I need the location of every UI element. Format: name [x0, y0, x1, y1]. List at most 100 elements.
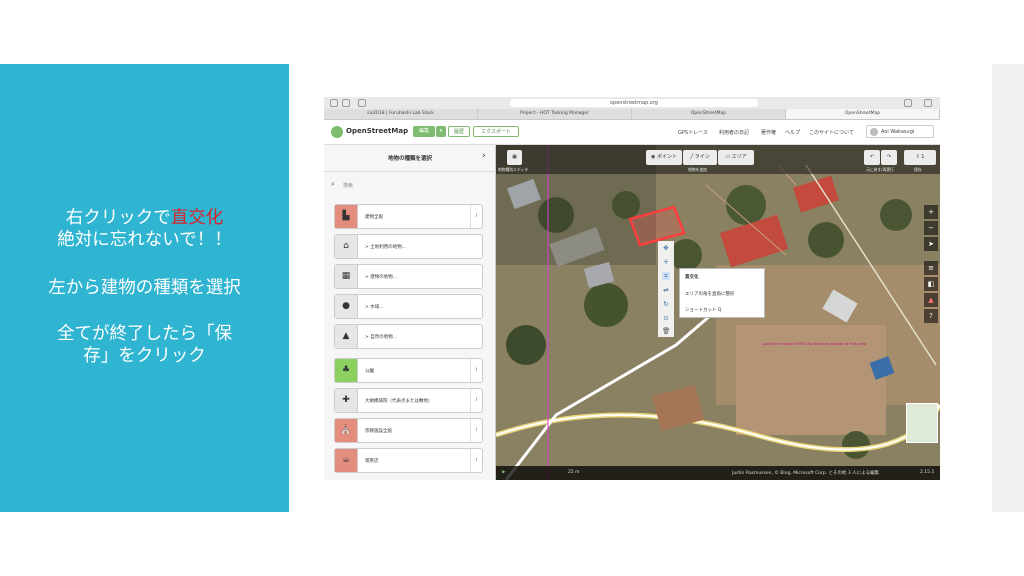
add-area-button[interactable]: ▭ エリア [718, 150, 754, 165]
instruction-line-2: 絶対に忘れないで！！ [57, 230, 232, 250]
help-link[interactable]: ヘルプ [785, 129, 800, 136]
map-data-status-icon: ▶ [502, 470, 506, 475]
browser-screenshot: openstreetmap.org sis2018 | Furuhashi La… [324, 97, 940, 480]
building-icon: ▙ [335, 205, 358, 228]
tab-tasking-manager[interactable]: Project - HOT Tasking Manager [478, 109, 632, 119]
tabs-overview-icon[interactable] [924, 99, 932, 107]
add-point-button[interactable]: ◉ ポイント [646, 150, 682, 165]
preset-label: > 自然の地物... [365, 335, 397, 340]
tab-bar: sis2018 | Furuhashi Lab Slack Project - … [324, 109, 940, 120]
osm-title[interactable]: OpenStreetMap [346, 127, 408, 135]
add-feature-label: 地物を追加 [688, 167, 707, 172]
landuse-icon: ⌂ [335, 235, 358, 258]
about-link[interactable]: このサイトについて [809, 129, 854, 136]
gps-traces-link[interactable]: GPSトレース [678, 129, 708, 136]
info-icon[interactable]: i [470, 359, 482, 382]
avatar [870, 128, 878, 136]
preset-religious[interactable]: ⛪ 宗教施設全般 i [334, 418, 483, 443]
preset-label: 建物全般 [365, 215, 383, 220]
scale-bar: 25 m [568, 470, 580, 475]
geolocate-icon[interactable]: ➤ [924, 237, 938, 251]
preset-label: > 水域... [365, 305, 384, 310]
back-icon[interactable] [330, 99, 338, 107]
preset-sidebar: 地物の種類を選択 › ⌕ 検索 ▙ 建物全般 i ⌂ > 土地利用の地物... … [324, 145, 496, 480]
map-top-toolbar: ▣ 地物種別エディタ ◉ ポイント ╱ ライン ▭ エリア 地物を追加 ↶ ↷ … [496, 145, 940, 174]
preset-landuse[interactable]: ⌂ > 土地利用の地物... [334, 234, 483, 259]
tab-slack[interactable]: sis2018 | Furuhashi Lab Slack [324, 109, 478, 119]
zoom-in-icon[interactable]: + [924, 205, 938, 219]
map-canvas[interactable]: ▣ 地物種別エディタ ◉ ポイント ╱ ライン ▭ エリア 地物を追加 ↶ ↷ … [496, 145, 940, 480]
background-layers-icon[interactable]: ≡ [924, 261, 938, 275]
osm-header: OpenStreetMap 編集 ▾ 履歴 エクスポート GPSトレース 利用者… [324, 120, 940, 145]
sidebar-label: 地物種別エディタ [498, 167, 529, 172]
edit-dropdown-icon[interactable]: ▾ [436, 126, 446, 137]
copyright-link[interactable]: 著作権 [761, 129, 776, 136]
preset-hospital[interactable]: ✚ 大規模病院（代表点または敷地） i [334, 388, 483, 413]
undo-icon[interactable]: ↶ [864, 150, 880, 165]
tooltip-shortcut: ショートカット Q [685, 308, 722, 313]
search-input[interactable]: 検索 [343, 182, 353, 189]
reflect-icon[interactable]: ⇌ [662, 286, 670, 294]
help-icon[interactable]: ? [924, 309, 938, 323]
info-icon[interactable]: i [470, 449, 482, 472]
instruction-line-1: 右クリックで直交化 [65, 208, 224, 228]
search-icon: ⌕ [331, 180, 335, 188]
delete-icon[interactable]: 🗑 [662, 327, 670, 335]
orthogonalize-highlight: 直交化 [170, 208, 224, 228]
cafe-icon: ☕ [335, 449, 358, 472]
preset-cafe[interactable]: ☕ 喫茶店 i [334, 448, 483, 473]
edit-button[interactable]: 編集 [413, 126, 435, 137]
chevron-right-icon[interactable]: › [482, 151, 486, 161]
right-strip [992, 64, 1024, 512]
tab-osm-2[interactable]: OpenStreetMap [786, 109, 940, 119]
preset-label: 公園 [365, 369, 374, 374]
user-diaries-link[interactable]: 利用者の日記 [719, 129, 749, 136]
undo-redo-label: 元に戻す/再実行 [866, 167, 894, 172]
sidebar-header: 地物の種類を選択 › [324, 145, 496, 172]
export-button[interactable]: エクスポート [473, 126, 519, 137]
rotate-icon[interactable]: ↻ [662, 300, 670, 308]
move-icon[interactable]: ✥ [662, 244, 670, 252]
edit-count-badge: 1 [921, 154, 925, 160]
religious-icon: ⛪ [335, 419, 358, 442]
save-button[interactable]: ⇪ 1 [904, 150, 936, 165]
preset-label: 宗教施設全般 [365, 429, 392, 434]
info-icon[interactable]: i [470, 205, 482, 228]
tooltip-title: 直交化 [685, 275, 699, 280]
user-menu[interactable]: Aoi Wakasugi [866, 125, 934, 138]
building-group-icon: ▦ [335, 265, 358, 288]
issues-icon[interactable]: ▲ [924, 293, 938, 307]
map-data-icon[interactable]: ◧ [924, 277, 938, 291]
tab-osm-1[interactable]: OpenStreetMap [632, 109, 786, 119]
extract-icon[interactable]: ⊙ [662, 314, 670, 322]
preset-water[interactable]: ● > 水域... [334, 294, 483, 319]
sidebar-toggle-icon[interactable] [358, 99, 366, 107]
info-icon[interactable]: i [470, 419, 482, 442]
preset-label: > 土地利用の地物... [365, 245, 406, 250]
preset-park[interactable]: ♣ 公園 i [334, 358, 483, 383]
hospital-icon: ✚ [335, 389, 358, 412]
info-icon[interactable]: i [470, 389, 482, 412]
preset-label: 大規模病院（代表点または敷地） [365, 399, 433, 404]
add-line-button[interactable]: ╱ ライン [683, 150, 717, 165]
user-name: Aoi Wakasugi [881, 129, 915, 135]
preset-label: > 建物の地物... [365, 275, 397, 280]
redo-icon[interactable]: ↷ [881, 150, 897, 165]
sidebar-toggle-icon[interactable]: ▣ [507, 150, 522, 165]
browser-toolbar: openstreetmap.org [324, 97, 940, 109]
preset-building[interactable]: ▙ 建物全般 i [334, 204, 483, 229]
forward-icon[interactable] [342, 99, 350, 107]
share-icon[interactable] [904, 99, 912, 107]
minimap[interactable] [906, 403, 938, 443]
orthogonalize-icon[interactable]: ⌗ [662, 272, 670, 280]
preset-building-group[interactable]: ▦ > 建物の地物... [334, 264, 483, 289]
attribution[interactable]: Justin Rasmussen, © Bing, Microsoft Corp… [732, 470, 879, 476]
zoom-out-icon[interactable]: − [924, 221, 938, 235]
address-bar[interactable]: openstreetmap.org [510, 99, 758, 107]
preset-search[interactable]: ⌕ 検索 [324, 172, 496, 196]
circularize-icon[interactable]: ✛ [662, 258, 670, 266]
osm-logo-icon[interactable] [331, 126, 343, 138]
history-button[interactable]: 履歴 [448, 126, 470, 137]
edit-menu-strip: ✥ ✛ ⌗ ⇌ ↻ ⊙ 🗑 [658, 241, 674, 337]
preset-nature[interactable]: ▲ > 自然の地物... [334, 324, 483, 349]
